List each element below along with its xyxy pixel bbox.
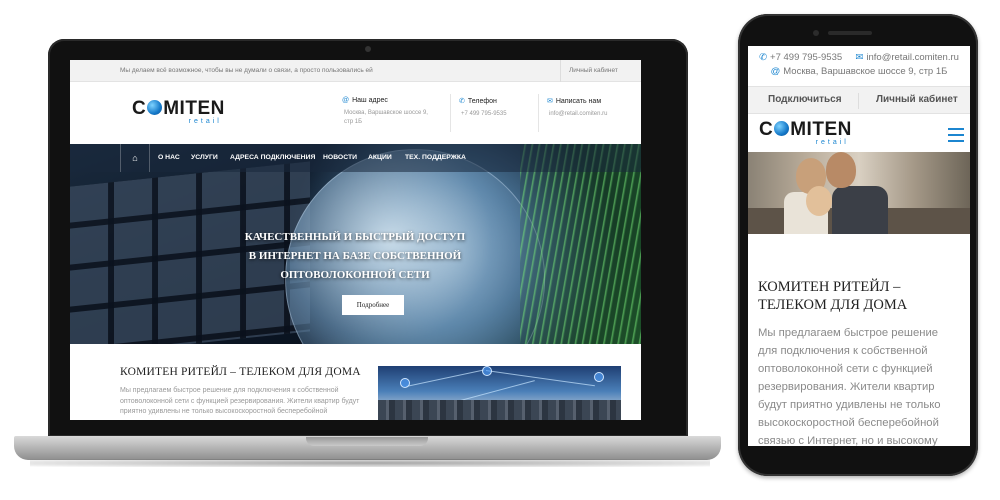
globe-icon bbox=[774, 120, 790, 136]
logo-letter-c: C bbox=[759, 119, 774, 140]
nav-item-news[interactable]: НОВОСТИ bbox=[323, 144, 357, 172]
globe-icon bbox=[147, 99, 163, 115]
phone-speaker bbox=[828, 31, 872, 35]
phone-screen: ✆ +7 499 795-9535 ✉ info@retail.comiten.ru… bbox=[748, 46, 970, 446]
hero-title: КАЧЕСТВЕННЫЙ И БЫСТРЫЙ ДОСТУП В ИНТЕРНЕТ… bbox=[244, 231, 466, 281]
top-bar-message: Мы делаем всё возможное, чтобы вы не дум… bbox=[120, 67, 373, 74]
mail-icon: ✉ bbox=[855, 52, 864, 63]
logo-subtitle: retail bbox=[815, 139, 849, 146]
contact-address-value: Москва, Варшавское шоссе 9, стр 1Б bbox=[344, 110, 428, 125]
laptop-screen: Мы делаем всё возможное, чтобы вы не дум… bbox=[70, 60, 641, 420]
family-photo bbox=[748, 152, 970, 234]
laptop-camera bbox=[365, 46, 371, 52]
site-header: C MITEN retail @ Наш адрес Москва, Варшавс… bbox=[70, 82, 641, 144]
mobile-phone[interactable]: +7 499 795-9535 bbox=[770, 52, 842, 63]
logo-letter-c: C bbox=[132, 98, 147, 119]
mobile-section-title: КОМИТЕН РИТЕЙЛ – ТЕЛЕКОМ ДЛЯ ДОМА bbox=[758, 279, 908, 313]
phone-camera bbox=[813, 30, 819, 36]
contact-phone-value[interactable]: +7 499 795-9535 bbox=[459, 110, 507, 119]
nav-item-promos[interactable]: АКЦИИ bbox=[368, 144, 392, 172]
mobile-address: Москва, Варшавское шоссе 9, стр 1Б bbox=[783, 66, 948, 77]
phone-icon: ✆ bbox=[759, 52, 768, 63]
mobile-tabs: Подключиться Личный кабинет bbox=[748, 86, 970, 114]
phone-icon: ✆ bbox=[459, 98, 465, 105]
logo-text: MITEN bbox=[163, 98, 225, 119]
more-button[interactable]: Подробнее bbox=[342, 295, 404, 315]
contact-email: ✉ Написать нам info@retail.comiten.ru bbox=[538, 94, 607, 132]
contact-phone: ✆ Телефон +7 499 795-9535 bbox=[450, 94, 507, 132]
comiten-logo[interactable]: C MITEN retail bbox=[132, 99, 225, 126]
section-title: КОМИТЕН РИТЕЙЛ – ТЕЛЕКОМ ДЛЯ ДОМА bbox=[120, 366, 361, 378]
mobile-section-text: Мы предлагаем быстрое решение для подклю… bbox=[758, 327, 941, 446]
personal-cabinet-button[interactable]: Личный кабинет bbox=[876, 87, 958, 113]
contact-address: @ Наш адрес Москва, Варшавское шоссе 9, с… bbox=[342, 97, 432, 127]
contact-email-title: Написать нам bbox=[555, 98, 602, 105]
section-text: Мы предлагаем быстрое решение для подклю… bbox=[120, 387, 360, 415]
mobile-header: C MITEN retail bbox=[748, 114, 970, 152]
mail-icon: ✉ bbox=[547, 98, 553, 105]
connect-button[interactable]: Подключиться bbox=[768, 87, 842, 113]
intro-section: КОМИТЕН РИТЕЙЛ – ТЕЛЕКОМ ДЛЯ ДОМА Мы пре… bbox=[70, 344, 641, 420]
nav-item-services[interactable]: УСЛУГИ bbox=[191, 144, 218, 172]
logo-text: MITEN bbox=[790, 119, 852, 140]
fiber-optics-image bbox=[520, 144, 641, 344]
laptop-notch bbox=[306, 437, 428, 446]
logo-subtitle: retail bbox=[188, 118, 222, 125]
top-bar: Мы делаем всё возможное, чтобы вы не дум… bbox=[70, 60, 641, 82]
personal-cabinet-link[interactable]: Личный кабинет bbox=[560, 60, 618, 82]
nav-item-addresses[interactable]: АДРЕСА ПОДКЛЮЧЕНИЯ bbox=[230, 144, 315, 172]
mobile-email[interactable]: info@retail.comiten.ru bbox=[866, 52, 959, 63]
comiten-logo[interactable]: C MITEN retail bbox=[759, 119, 852, 147]
nav-item-about[interactable]: О НАС bbox=[158, 144, 180, 172]
mobile-intro-section: КОМИТЕН РИТЕЙЛ – ТЕЛЕКОМ ДЛЯ ДОМА Мы пре… bbox=[748, 278, 970, 446]
main-nav: ⌂ О НАС УСЛУГИ АДРЕСА ПОДКЛЮЧЕНИЯ НОВОСТ… bbox=[70, 144, 641, 172]
contact-phone-title: Телефон bbox=[467, 98, 497, 105]
nav-item-support[interactable]: ТЕХ. ПОДДЕРЖКА bbox=[405, 144, 466, 172]
at-icon: @ bbox=[770, 66, 781, 77]
tab-divider bbox=[858, 93, 859, 109]
hamburger-menu-icon[interactable] bbox=[948, 128, 964, 142]
laptop-shadow bbox=[30, 459, 710, 467]
mobile-contacts-bar: ✆ +7 499 795-9535 ✉ info@retail.comiten.ru… bbox=[748, 46, 970, 86]
home-icon[interactable]: ⌂ bbox=[120, 144, 150, 172]
contact-address-title: Наш адрес bbox=[352, 97, 388, 104]
hero-banner: ⌂ О НАС УСЛУГИ АДРЕСА ПОДКЛЮЧЕНИЯ НОВОСТ… bbox=[70, 144, 641, 344]
network-city-image bbox=[378, 366, 621, 420]
contact-email-value[interactable]: info@retail.comiten.ru bbox=[547, 110, 607, 119]
at-icon: @ bbox=[342, 97, 350, 104]
